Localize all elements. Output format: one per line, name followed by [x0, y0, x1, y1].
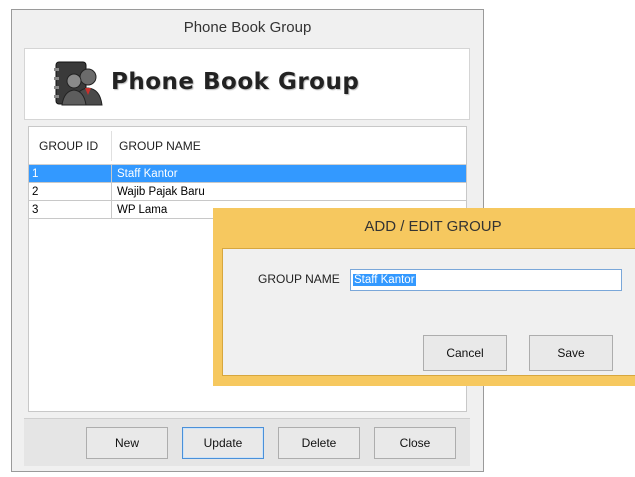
cell-group-id: 2: [32, 186, 39, 198]
new-button[interactable]: New: [86, 427, 168, 459]
dialog-body: GROUP NAME Staff Kantor Cancel Save: [222, 248, 635, 376]
group-name-label: GROUP NAME: [258, 272, 340, 286]
cell-group-name: WP Lama: [117, 204, 168, 216]
table-row[interactable]: 1 Staff Kantor: [29, 165, 466, 183]
column-header-group-id[interactable]: GROUP ID: [39, 127, 98, 165]
add-edit-group-dialog: ADD / EDIT GROUP GROUP NAME Staff Kantor…: [213, 208, 635, 386]
cell-group-name: Wajib Pajak Baru: [117, 186, 205, 198]
cell-group-id: 1: [32, 168, 39, 180]
cell-group-id: 3: [32, 204, 39, 216]
update-button[interactable]: Update: [182, 427, 264, 459]
save-button[interactable]: Save: [529, 335, 613, 371]
banner: Phone Book Group: [24, 48, 470, 120]
cancel-button[interactable]: Cancel: [423, 335, 507, 371]
group-name-input[interactable]: Staff Kantor: [350, 269, 622, 291]
delete-button[interactable]: Delete: [278, 427, 360, 459]
cell-group-name: Staff Kantor: [117, 168, 178, 180]
column-header-group-name[interactable]: GROUP NAME: [119, 127, 201, 165]
dialog-title: ADD / EDIT GROUP: [364, 218, 502, 235]
table-row[interactable]: 2 Wajib Pajak Baru: [29, 183, 466, 201]
phone-book-people-icon: [54, 61, 103, 106]
table-header: GROUP ID GROUP NAME: [29, 127, 466, 165]
window-title: Phone Book Group: [183, 19, 312, 36]
button-bar: New Update Delete Close: [24, 418, 470, 466]
banner-title: Phone Book Group: [111, 69, 360, 95]
group-name-value: Staff Kantor: [353, 274, 416, 286]
close-button[interactable]: Close: [374, 427, 456, 459]
column-separator: [111, 131, 112, 161]
